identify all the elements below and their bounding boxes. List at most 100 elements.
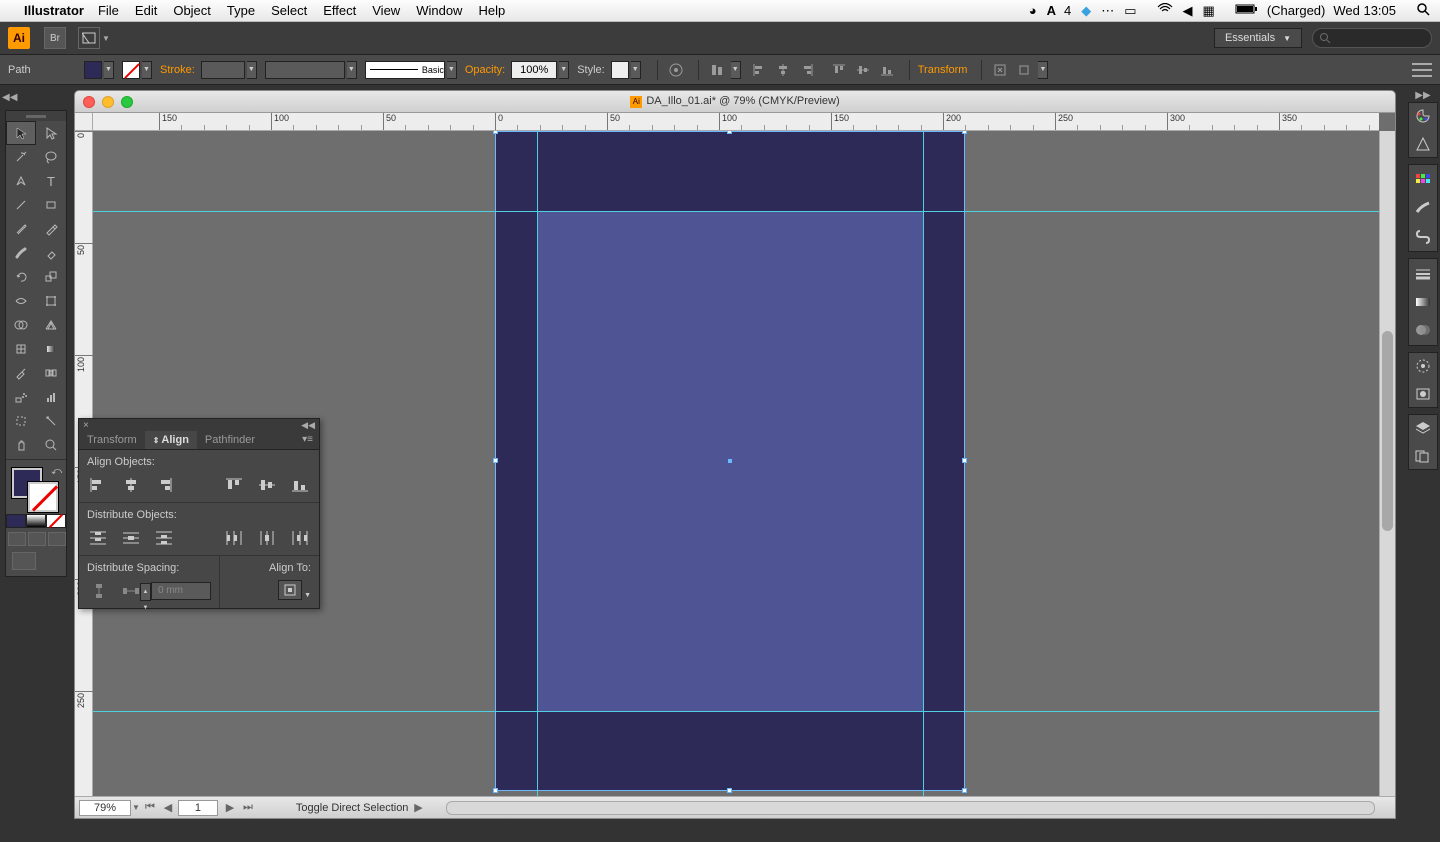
fill-stroke-control[interactable]: ⤺ (6, 464, 66, 512)
align-to-button[interactable] (278, 580, 302, 600)
selection-handle-tr[interactable] (962, 131, 967, 134)
align-bottom-button[interactable] (877, 61, 897, 79)
distribute-hcenter-button[interactable] (255, 527, 278, 549)
stroke-label[interactable]: Stroke: (160, 64, 195, 76)
distribute-right-button[interactable] (288, 527, 311, 549)
screen-mode-button[interactable] (6, 552, 66, 570)
opacity-label[interactable]: Opacity: (465, 64, 505, 76)
fill-color-swatch[interactable] (84, 61, 102, 79)
brushes-panel-button[interactable] (1413, 199, 1433, 217)
first-artboard-button[interactable]: ⏮ (142, 800, 158, 816)
tab-transform[interactable]: Transform (79, 431, 145, 449)
battery-icon[interactable] (1225, 3, 1259, 18)
transparency-panel-button[interactable] (1413, 321, 1433, 339)
line-tool[interactable] (6, 193, 36, 217)
gradient-tool[interactable] (36, 337, 66, 361)
stroke-color-swatch[interactable] (122, 61, 140, 79)
rotate-tool[interactable] (6, 265, 36, 289)
opacity-dropdown[interactable]: ▼ (559, 61, 569, 79)
zoom-tool[interactable] (36, 433, 66, 457)
panel-menu-button[interactable]: ▾≡ (296, 431, 319, 449)
panel-collapse-button[interactable]: ◀◀ (301, 420, 315, 431)
graphic-style-swatch[interactable] (611, 61, 629, 79)
right-dock-collapse-icon[interactable]: ▶▶ (1408, 90, 1438, 102)
sync-icon[interactable]: ◕ (1029, 3, 1037, 18)
color-panel-button[interactable] (1413, 107, 1433, 125)
direct-selection-tool[interactable] (36, 121, 66, 145)
stroke-weight-dropdown[interactable]: ▼ (247, 61, 257, 79)
tab-pathfinder[interactable]: Pathfinder (197, 431, 263, 449)
more-icon[interactable]: ⋯ (1101, 3, 1114, 19)
vertical-scrollbar[interactable] (1379, 131, 1395, 796)
status-menu-button[interactable]: ▶ (410, 800, 426, 816)
selection-handle-ml[interactable] (493, 458, 498, 463)
recolor-artwork-button[interactable] (666, 61, 686, 79)
align-vcenter-button[interactable] (255, 474, 278, 496)
mesh-tool[interactable] (6, 337, 36, 361)
stroke-box[interactable] (28, 482, 58, 512)
distribute-left-button[interactable] (222, 527, 245, 549)
align-panel-button[interactable] (707, 61, 727, 79)
guide-vertical[interactable] (923, 131, 924, 796)
panel-close-button[interactable]: × (83, 420, 89, 431)
rectangle-tool[interactable] (36, 193, 66, 217)
fill-dropdown[interactable]: ▼ (104, 61, 114, 79)
zoom-level-field[interactable]: 79% (79, 800, 131, 816)
distribute-top-button[interactable] (87, 527, 110, 549)
distribute-bottom-button[interactable] (153, 527, 176, 549)
isolate-button[interactable] (990, 61, 1010, 79)
selection-tool[interactable] (6, 121, 36, 145)
appearance-panel-button[interactable] (1413, 357, 1433, 375)
menu-view[interactable]: View (372, 3, 400, 18)
edit-clipping-button[interactable] (1014, 61, 1034, 79)
magic-wand-tool[interactable] (6, 145, 36, 169)
bridge-button[interactable]: Br (44, 27, 66, 49)
column-graph-tool[interactable] (36, 385, 66, 409)
horizontal-ruler[interactable]: 15010050050100150200250300350 (93, 113, 1379, 131)
align-to-dropdown[interactable]: ▼ (304, 592, 311, 599)
control-panel-menu-button[interactable] (1412, 63, 1432, 77)
paintbrush-tool[interactable] (6, 217, 36, 241)
menu-file[interactable]: File (98, 3, 119, 18)
type-tool[interactable]: T (36, 169, 66, 193)
selection-handle-bm[interactable] (727, 788, 732, 793)
variable-width-profile[interactable] (265, 61, 345, 79)
variable-width-dropdown[interactable]: ▼ (347, 61, 357, 79)
align-hcenter-button[interactable] (120, 474, 143, 496)
adobe-status-icon[interactable]: A (1047, 3, 1056, 18)
selection-handle-bl[interactable] (493, 788, 498, 793)
ruler-origin[interactable] (75, 113, 93, 131)
layers-panel-button[interactable] (1413, 419, 1433, 437)
guide-vertical[interactable] (537, 131, 538, 796)
menu-window[interactable]: Window (416, 3, 462, 18)
opacity-value-field[interactable]: 100% (511, 61, 557, 79)
symbol-sprayer-tool[interactable] (6, 385, 36, 409)
style-dropdown[interactable]: ▼ (631, 61, 641, 79)
symbols-panel-button[interactable] (1413, 227, 1433, 245)
brush-dropdown[interactable]: ▼ (447, 61, 457, 79)
align-left-button[interactable] (87, 474, 110, 496)
shape-builder-tool[interactable] (6, 313, 36, 337)
edit-clip-dropdown[interactable]: ▼ (1038, 61, 1048, 79)
guide-horizontal[interactable] (93, 211, 1379, 212)
selection-handle-br[interactable] (962, 788, 967, 793)
distribute-vcenter-button[interactable] (120, 527, 143, 549)
workspace-switcher[interactable]: Essentials ▼ (1214, 28, 1302, 48)
stroke-dropdown[interactable]: ▼ (142, 61, 152, 79)
swap-fill-stroke-icon[interactable]: ⤺ (51, 466, 62, 477)
display-icon[interactable]: ▭ (1124, 3, 1136, 19)
graphic-styles-panel-button[interactable] (1413, 385, 1433, 403)
menu-object[interactable]: Object (173, 3, 211, 18)
scrollbar-thumb[interactable] (1382, 331, 1393, 531)
app-menu[interactable]: Illustrator (24, 3, 84, 18)
align-vcenter-button[interactable] (853, 61, 873, 79)
wifi-icon[interactable] (1147, 3, 1173, 18)
draw-normal-button[interactable] (8, 532, 26, 546)
artboard-tool[interactable] (6, 409, 36, 433)
input-icon[interactable]: ▦ (1203, 3, 1215, 19)
draw-behind-button[interactable] (28, 532, 46, 546)
eraser-tool[interactable] (36, 241, 66, 265)
blend-tool[interactable] (36, 361, 66, 385)
menu-effect[interactable]: Effect (323, 3, 356, 18)
pen-tool[interactable] (6, 169, 36, 193)
